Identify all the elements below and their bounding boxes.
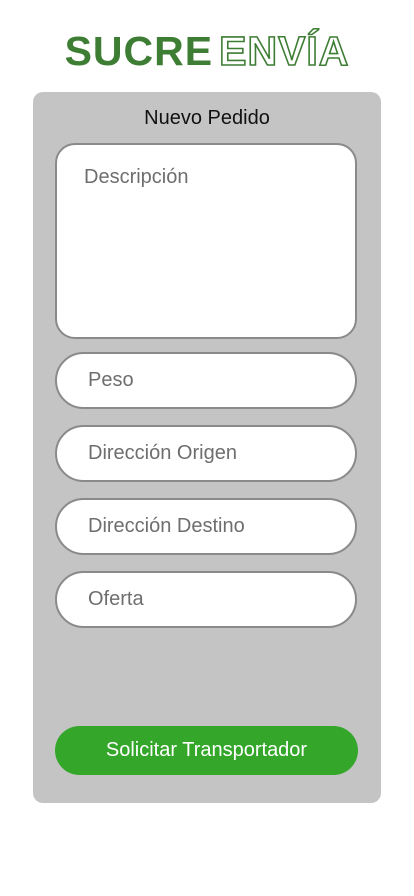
request-transporter-button[interactable]: Solicitar Transportador xyxy=(55,726,358,775)
app-logo: SUCRE ENVÍA xyxy=(0,27,414,75)
logo-envia-text: ENVÍA xyxy=(218,27,350,75)
weight-placeholder: Peso xyxy=(88,369,134,391)
description-input[interactable]: Descripción xyxy=(55,143,357,339)
origin-address-input[interactable]: Dirección Origen xyxy=(55,425,357,482)
destination-address-input[interactable]: Dirección Destino xyxy=(55,498,357,555)
panel-title: Nuevo Pedido xyxy=(144,107,270,129)
destination-address-placeholder: Dirección Destino xyxy=(88,515,245,537)
offer-input[interactable]: Oferta xyxy=(55,571,357,628)
logo-sucre-text: SUCRE xyxy=(64,28,214,74)
description-placeholder: Descripción xyxy=(84,166,189,188)
new-order-panel: Nuevo Pedido Descripción Peso Dirección … xyxy=(33,92,381,803)
weight-input[interactable]: Peso xyxy=(55,352,357,409)
origin-address-placeholder: Dirección Origen xyxy=(88,442,237,464)
offer-placeholder: Oferta xyxy=(88,588,144,610)
